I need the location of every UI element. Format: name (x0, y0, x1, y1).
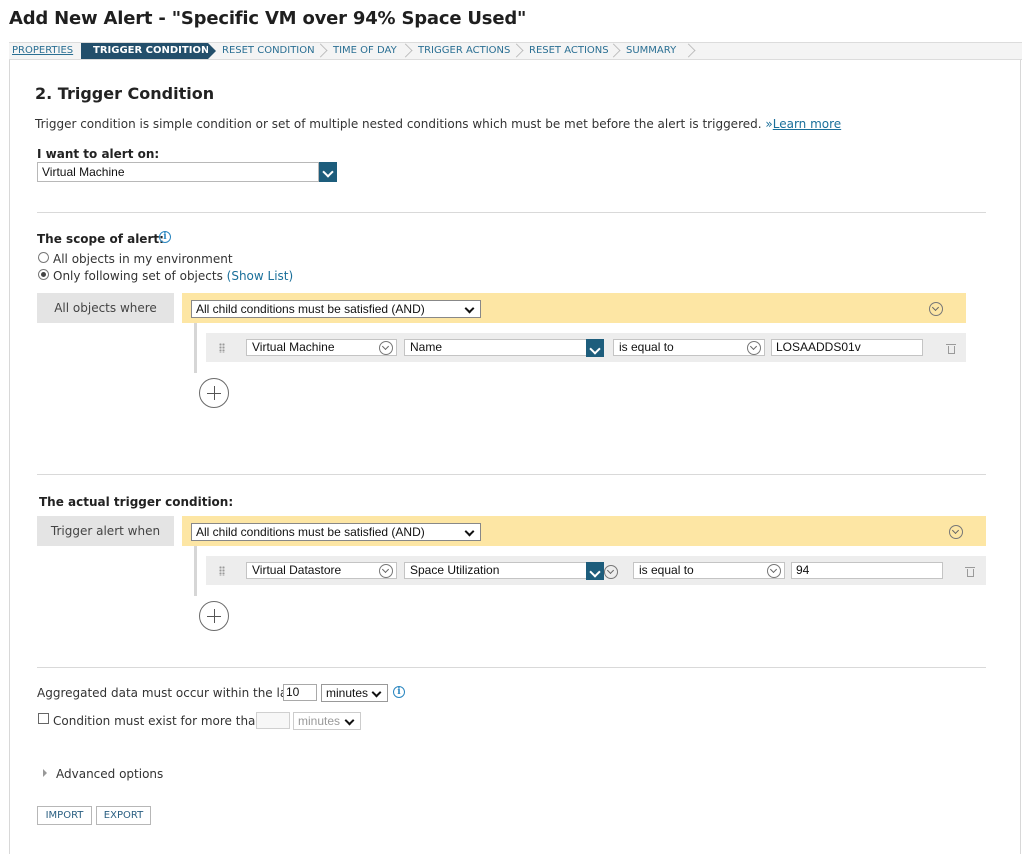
export-button[interactable]: EXPORT (96, 806, 151, 825)
scope-operator-value: is equal to (619, 340, 674, 354)
expand-arrow-icon[interactable] (43, 769, 47, 777)
duration-checkbox[interactable] (38, 713, 49, 724)
chevron-down-icon (767, 564, 781, 578)
following-objects-text: Only following set of objects (53, 269, 223, 283)
learn-more-prefix: » (765, 117, 773, 131)
section-title: 2. Trigger Condition (35, 84, 215, 103)
advanced-options-toggle[interactable]: Advanced options (56, 767, 163, 781)
trigger-object-select[interactable]: Virtual Datastore (246, 562, 397, 579)
radio-all-objects-label: All objects in my environment (53, 252, 233, 266)
add-condition-button[interactable] (199, 378, 229, 408)
step-trigger-condition[interactable]: TRIGGER CONDITION (81, 43, 216, 59)
scope-label: The scope of alert: (37, 232, 164, 246)
alert-on-label: I want to alert on: (37, 147, 160, 161)
learn-more-link[interactable]: Learn more (773, 117, 841, 131)
chevron-down-icon[interactable] (586, 339, 604, 357)
radio-all-objects[interactable] (38, 252, 49, 263)
trigger-property-select[interactable]: Space Utilization (404, 562, 588, 579)
step-time-of-day[interactable]: TIME OF DAY (333, 43, 397, 59)
chevron-down-icon (379, 341, 393, 355)
trigger-object-value: Virtual Datastore (252, 563, 342, 577)
step-trigger-actions[interactable]: TRIGGER ACTIONS (418, 43, 510, 59)
scope-value-input[interactable]: LOSAADDS01v (771, 339, 923, 356)
step-properties[interactable]: PROPERTIES (12, 43, 73, 59)
aggregation-unit-select[interactable]: minutes (321, 684, 388, 702)
aggregation-value-input[interactable]: 10 (283, 684, 317, 701)
radio-following-objects[interactable] (38, 269, 49, 280)
chevron-down-icon (747, 341, 761, 355)
wizard-steps: PROPERTIES TRIGGER CONDITION RESET CONDI… (9, 42, 1022, 60)
alert-on-select[interactable]: Virtual Machine (37, 162, 319, 182)
info-icon[interactable]: i (159, 231, 171, 243)
import-button[interactable]: IMPORT (37, 806, 92, 825)
info-icon[interactable]: i (393, 686, 405, 698)
drag-handle-icon[interactable] (219, 343, 225, 353)
step-chevron-icon (610, 43, 619, 59)
scope-object-value: Virtual Machine (252, 340, 335, 354)
chevron-down-icon (379, 564, 393, 578)
scope-operator-select[interactable]: is equal to (613, 339, 765, 356)
step-chevron-icon (317, 43, 326, 59)
add-condition-button[interactable] (199, 601, 229, 631)
tree-line (194, 546, 197, 596)
duration-label: Condition must exist for more than (53, 714, 264, 728)
radio-following-objects-label: Only following set of objects (Show List… (53, 269, 293, 283)
divider (37, 667, 986, 668)
scope-group-tab: All objects where (37, 293, 174, 323)
tree-line (194, 323, 197, 373)
step-chevron-icon (685, 43, 694, 59)
step-reset-condition[interactable]: RESET CONDITION (222, 43, 315, 59)
trash-icon[interactable] (946, 343, 956, 354)
divider (37, 212, 986, 213)
drag-handle-icon[interactable] (219, 566, 225, 576)
trigger-operator-value: is equal to (639, 563, 694, 577)
trigger-group-condition-select[interactable]: All child conditions must be satisfied (… (191, 523, 481, 541)
scope-object-select[interactable]: Virtual Machine (246, 339, 397, 356)
step-chevron-icon (402, 43, 411, 59)
scope-property-select[interactable]: Name (404, 339, 588, 356)
collapse-icon[interactable] (949, 525, 963, 539)
trigger-group-tab: Trigger alert when (37, 516, 174, 546)
divider (37, 474, 986, 475)
step-summary[interactable]: SUMMARY (626, 43, 676, 59)
trash-icon[interactable] (965, 566, 975, 577)
chevron-down-icon[interactable] (586, 562, 604, 580)
step-reset-actions[interactable]: RESET ACTIONS (529, 43, 609, 59)
trigger-operator-select[interactable]: is equal to (633, 562, 785, 579)
trigger-label: The actual trigger condition: (39, 495, 234, 509)
trigger-value-input[interactable]: 94 (791, 562, 943, 579)
chevron-down-icon[interactable] (319, 162, 337, 182)
show-list-link[interactable]: (Show List) (227, 269, 294, 283)
duration-value-input[interactable] (256, 712, 290, 729)
description-text: Trigger condition is simple condition or… (35, 117, 762, 131)
section-description: Trigger condition is simple condition or… (35, 117, 841, 131)
step-chevron-icon (513, 43, 522, 59)
duration-unit-select[interactable]: minutes (293, 712, 361, 730)
expand-icon[interactable] (604, 565, 618, 579)
page-title: Add New Alert - "Specific VM over 94% Sp… (9, 8, 527, 29)
scope-group-condition-select[interactable]: All child conditions must be satisfied (… (191, 300, 481, 318)
collapse-icon[interactable] (929, 302, 943, 316)
aggregation-label: Aggregated data must occur within the la… (37, 686, 299, 700)
